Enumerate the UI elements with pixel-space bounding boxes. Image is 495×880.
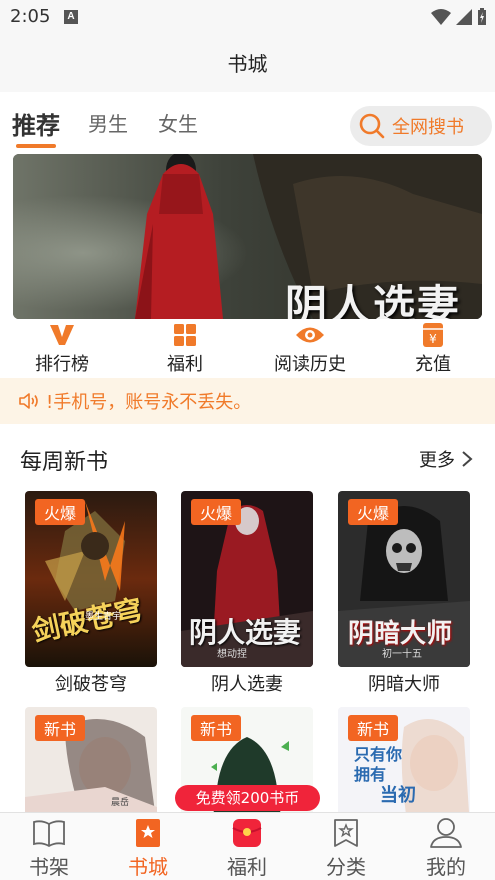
book-cover: 阴人选妻 想动捏 火爆 — [181, 491, 313, 667]
nav-category-label: 分类 — [326, 855, 366, 879]
quick-nav-recharge-label: 充值 — [415, 354, 451, 375]
search-button[interactable]: 全网搜书 — [350, 106, 492, 146]
hot-tag: 火爆 — [35, 499, 86, 525]
quick-nav-welfare-label: 福利 — [167, 354, 203, 375]
status-time: 2:05 — [10, 6, 51, 27]
signal-icon — [456, 9, 472, 25]
book-title: 阴人选妻 — [211, 674, 283, 695]
search-label: 全网搜书 — [392, 117, 464, 138]
wifi-icon — [431, 9, 451, 25]
book-cover: 晨岳 新书 — [25, 707, 157, 812]
free-coins-promo[interactable]: 免费领200书币 — [175, 785, 320, 811]
quick-nav-history-label: 阅读历史 — [274, 354, 346, 375]
book-card[interactable]: 阴人选妻 想动捏 火爆 阴人选妻 — [181, 491, 313, 696]
search-icon — [359, 113, 385, 139]
nav-bookshelf-label: 书架 — [29, 855, 69, 879]
book-cover: 阴暗大师 初一十五 火爆 — [338, 491, 470, 667]
new-tag: 新书 — [35, 715, 86, 741]
grid-icon — [174, 324, 196, 346]
book-icon — [33, 820, 65, 847]
page-title: 书城 — [227, 52, 268, 76]
book-title: 剑破苍穹 — [55, 674, 127, 695]
notification-a-icon: A — [64, 10, 78, 24]
svg-text:¥: ¥ — [429, 332, 437, 346]
active-tab-indicator — [16, 144, 56, 148]
banner-overlay-text: 阴人选妻 — [285, 281, 462, 319]
quick-nav-ranking-label: 排行榜 — [35, 354, 89, 375]
status-icons — [431, 8, 487, 26]
nav-welfare-label: 福利 — [227, 855, 267, 879]
user-icon — [430, 818, 462, 848]
cover-author-text: 初一十五 — [382, 649, 422, 660]
nav-mine-label: 我的 — [426, 855, 466, 879]
notice-bar[interactable]: !手机号，账号永不丢失。 — [0, 378, 495, 424]
weekly-new-books-header: 每周新书 更多 — [0, 440, 495, 480]
notice-text: !手机号，账号永不丢失。 — [46, 392, 252, 413]
status-bar: 2:05 A — [0, 0, 495, 36]
nav-category[interactable]: 分类 — [306, 817, 386, 880]
tab-recommend[interactable]: 推荐 — [12, 106, 60, 141]
cover-text-3: 当初 — [380, 785, 416, 806]
yen-icon: ¥ — [423, 323, 443, 347]
red-envelope-icon — [232, 819, 262, 847]
quick-nav-history[interactable]: 阅读历史 — [260, 322, 360, 376]
promo-banner[interactable]: 阴人选妻 — [13, 154, 482, 319]
category-tabs: 推荐 男生 女生 全网搜书 — [0, 100, 495, 150]
category-icon — [334, 819, 358, 847]
more-link[interactable]: 更多 — [419, 446, 473, 472]
book-card[interactable]: 阴暗大师 初一十五 火爆 阴暗大师 — [338, 491, 470, 696]
nav-welfare[interactable]: 福利 — [207, 817, 287, 880]
book-title: 阴暗大师 — [368, 674, 440, 695]
eye-icon — [296, 327, 324, 343]
new-tag: 新书 — [348, 715, 399, 741]
cover-author-text: 墨生青宇 — [85, 612, 122, 622]
book-card[interactable]: 只有你 拥有 当初 新书 — [338, 707, 470, 812]
hot-tag: 火爆 — [191, 499, 242, 525]
book-card[interactable]: 晨岳 新书 — [25, 707, 157, 812]
tab-male[interactable]: 男生 — [88, 108, 128, 137]
book-card[interactable]: 剑破苍穹 墨生青宇 火爆 剑破苍穹 — [25, 491, 157, 696]
tab-female[interactable]: 女生 — [158, 108, 198, 137]
nav-mine[interactable]: 我的 — [406, 817, 486, 880]
bookmark-star-icon — [136, 819, 160, 847]
book-cover: 只有你 拥有 当初 新书 — [338, 707, 470, 812]
hot-tag: 火爆 — [348, 499, 399, 525]
cover-author-text: 想动捏 — [217, 649, 247, 660]
title-bar: 书城 — [0, 36, 495, 92]
bottom-nav: 书架 书城 福利 分类 我的 — [0, 812, 495, 880]
nav-bookstore-label: 书城 — [128, 855, 168, 879]
book-cover: 剑破苍穹 墨生青宇 火爆 — [25, 491, 157, 667]
battery-icon — [478, 8, 486, 25]
cover-author-text: 晨岳 — [111, 798, 130, 808]
ranking-v-icon — [50, 325, 74, 345]
nav-bookstore[interactable]: 书城 — [108, 817, 188, 880]
quick-nav: 排行榜 福利 阅读历史 ¥ 充值 — [0, 322, 495, 376]
quick-nav-ranking[interactable]: 排行榜 — [12, 322, 112, 376]
speaker-icon — [19, 393, 38, 409]
quick-nav-welfare[interactable]: 福利 — [135, 322, 235, 376]
quick-nav-recharge[interactable]: ¥ 充值 — [383, 322, 483, 376]
nav-bookshelf[interactable]: 书架 — [9, 817, 89, 880]
chevron-right-icon — [462, 451, 473, 467]
section-title: 每周新书 — [20, 450, 109, 475]
new-tag: 新书 — [191, 715, 242, 741]
more-label: 更多 — [419, 450, 455, 471]
